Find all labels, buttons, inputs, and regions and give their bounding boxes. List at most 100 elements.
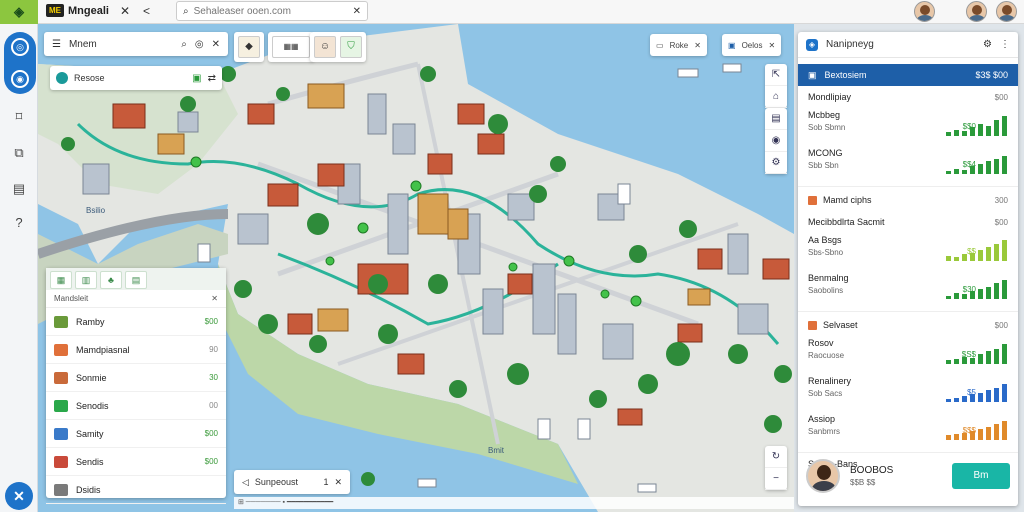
list-item[interactable]: Dsidis [46, 476, 226, 504]
left-panel-header: ☰ Mnem ⌕ ◎ ✕ [44, 32, 228, 56]
metric-row[interactable]: Mcbbeg Sob Sbmn $$0 [798, 108, 1018, 146]
gift-icon[interactable]: ▣ [192, 73, 201, 84]
sparkline-bar [986, 247, 991, 261]
selected-summary[interactable]: ▣ Bextosiem $3$ $00 [798, 64, 1018, 86]
chip-route[interactable]: ▭ Roke ✕ [650, 34, 707, 56]
search-bar[interactable]: ⌕ ✕ [176, 1, 368, 21]
list-item[interactable]: Sendis $00 [46, 448, 226, 476]
shield-icon[interactable]: ⛉ [340, 36, 362, 58]
avatar[interactable] [806, 459, 840, 493]
bottom-search-label: Sunpeoust [254, 477, 298, 487]
layers-icon[interactable]: ▤ [765, 108, 787, 130]
layer-list: Ramby $00 Mamdpiasnal 90 Sonmie 30 Senodis 00 Sa… [46, 308, 226, 504]
district-label: Bsilio [86, 206, 106, 215]
metric-row[interactable]: Assiop Sanbmrs $$$ [798, 412, 1018, 450]
section-header[interactable]: Mamd ciphs 300 [798, 189, 1018, 211]
section-count: $00 [994, 320, 1008, 330]
divider [798, 452, 1018, 453]
section-title: Mamd ciphs [823, 195, 872, 205]
app-logo-icon[interactable]: ◈ [0, 0, 38, 24]
location-card[interactable]: Resose ▣ ⇄ [50, 66, 222, 90]
search-icon[interactable]: ⌕ [181, 39, 187, 50]
section-title: Mecibbdlrta Sacmit [808, 217, 885, 227]
metric-row[interactable]: Rosov Raocuose $S$ [798, 336, 1018, 374]
list-item[interactable]: Ramby $00 [46, 308, 226, 336]
tab-trees[interactable]: ♣ [100, 271, 122, 289]
tag-icon[interactable]: ⌑ [10, 108, 28, 126]
sparkline-bar [962, 294, 967, 299]
metric-row[interactable]: MCONG Sbb Sbn $$4 [798, 146, 1018, 184]
metric-group: Aa Bsgs Sbs-Sbno $$ Benmalng Saobolins $30 [798, 233, 1018, 309]
avatar[interactable] [996, 1, 1017, 22]
sparkline-bar [970, 166, 975, 174]
grid-view-button[interactable]: ▦▦ [272, 36, 310, 58]
clear-search-icon[interactable]: ✕ [353, 6, 361, 17]
location-icon [56, 72, 68, 84]
tab-table[interactable]: ▤ [125, 271, 147, 289]
sparkline-bar [970, 394, 975, 402]
tab-buildings[interactable]: ▥ [75, 271, 97, 289]
location-icon[interactable]: ◉ [765, 130, 787, 152]
sparkline-bar [954, 257, 959, 261]
layer-name: Dsidis [76, 484, 101, 495]
sparkline-bar [978, 124, 983, 136]
sparkline-bar [1002, 384, 1007, 402]
back-icon[interactable]: < [143, 4, 150, 18]
section-header[interactable]: Mecibbdlrta Sacmit $00 [798, 211, 1018, 233]
list-item[interactable]: Senodis 00 [46, 392, 226, 420]
help-icon[interactable]: ? [10, 214, 28, 232]
close-icon[interactable]: ✕ [120, 4, 130, 18]
document-icon[interactable]: ▤ [10, 180, 28, 198]
list-item[interactable]: Samity $00 [46, 420, 226, 448]
avatar[interactable] [914, 1, 935, 22]
settings-icon[interactable]: ⚙ [983, 39, 992, 50]
sparkline-bar [1002, 156, 1007, 174]
profile-action-button[interactable]: Bm [952, 463, 1010, 489]
user-icon[interactable]: ☺ [314, 36, 336, 58]
refresh-icon[interactable]: ↻ [765, 446, 787, 468]
zoom-in-icon[interactable]: ⇱ [765, 64, 787, 86]
list-item[interactable]: Mamdpiasnal 90 [46, 336, 226, 364]
close-icon[interactable]: ✕ [212, 39, 220, 50]
tab-grid[interactable]: ▦ [50, 271, 72, 289]
globe-icon[interactable]: ◎ [11, 38, 29, 56]
brand-name: Mngeali [68, 4, 109, 17]
home-icon[interactable]: ⌂ [765, 86, 787, 108]
sparkline-bar [994, 388, 999, 402]
layer-swatch-icon [54, 483, 68, 496]
metric-row[interactable]: Benmalng Saobolins $30 [798, 271, 1018, 309]
pin-icon[interactable]: ◆ [238, 36, 260, 58]
sparkline-bar [954, 398, 959, 402]
compass-icon[interactable]: ◉ [11, 70, 29, 88]
search-input[interactable] [193, 5, 348, 17]
close-icon[interactable]: ✕ [694, 41, 701, 50]
close-icon[interactable]: ✕ [768, 41, 775, 50]
settings-icon[interactable]: ⚙ [765, 152, 787, 174]
map-bottom-search[interactable]: ◁ Sunpeoust 1 ✕ [234, 470, 350, 494]
section-header[interactable]: Selvaset $00 [798, 314, 1018, 336]
layer-name: Sendis [76, 456, 104, 467]
more-icon[interactable]: ⋮ [1000, 39, 1010, 50]
right-panel: ◈ Nanipneyg ⚙ ⋮ ▣ Bextosiem $3$ $00 Mond… [798, 32, 1018, 506]
profile-info: BOOBOS $$B $$ [850, 465, 942, 487]
metric-row[interactable]: Renalinery Sob Sacs $5 [798, 374, 1018, 412]
menu-icon[interactable]: ☰ [52, 39, 61, 50]
share-icon[interactable]: ⇄ [208, 73, 216, 84]
layer-swatch-icon [54, 371, 68, 384]
settings-icon[interactable]: ◎ [195, 39, 204, 50]
layer-name: Mamdpiasnal [76, 344, 130, 355]
section-header[interactable]: Mondlipiay $00 [798, 86, 1018, 108]
map-vertical-toolbar: ⇱ ⌂ [765, 64, 787, 108]
chip-filter[interactable]: ▣ Oelos ✕ [722, 34, 782, 56]
avatar[interactable] [966, 1, 987, 22]
close-fab-button[interactable]: ✕ [5, 482, 33, 510]
list-item[interactable]: Sonmie 30 [46, 364, 226, 392]
sparkline-bar [954, 434, 959, 440]
layers-icon[interactable]: ⧉ [10, 144, 28, 162]
close-icon[interactable]: ✕ [211, 294, 218, 303]
sparkline-bar [986, 126, 991, 136]
zoom-out-icon[interactable]: − [765, 468, 787, 490]
layer-name: Samity [76, 428, 104, 439]
metric-row[interactable]: Aa Bsgs Sbs-Sbno $$ [798, 233, 1018, 271]
close-icon[interactable]: ✕ [334, 477, 342, 488]
